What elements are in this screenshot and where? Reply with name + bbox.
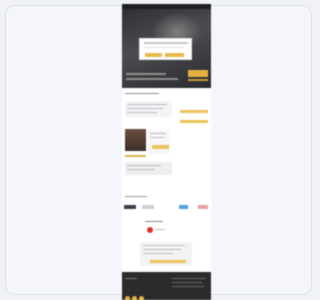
contact-submit-button[interactable] [150, 260, 186, 263]
photo-caption-button[interactable] [125, 155, 146, 157]
social-icon[interactable] [132, 296, 137, 300]
footer-text [125, 278, 137, 279]
modal-accept-button[interactable] [165, 53, 184, 57]
contact-text-line [143, 245, 185, 246]
contact-label [145, 221, 163, 222]
notice-block [125, 162, 172, 175]
partner-logo[interactable] [198, 205, 208, 209]
partners-heading [125, 196, 147, 197]
footer-text [172, 278, 206, 279]
social-icon[interactable] [125, 296, 130, 300]
contact-text-line [143, 253, 173, 254]
testimonial-button[interactable] [152, 145, 169, 149]
partner-logo[interactable] [124, 205, 136, 209]
hero-section [122, 4, 211, 88]
modal-decline-button[interactable] [145, 53, 162, 57]
hero-title-text [126, 73, 166, 75]
contact-block [140, 242, 192, 266]
profile-photo [125, 129, 146, 151]
partner-logo[interactable] [179, 205, 188, 209]
sidebar-button[interactable] [180, 110, 208, 113]
sidebar-button[interactable] [180, 120, 208, 123]
info-text-line [127, 108, 163, 109]
hero-subtitle-text [126, 78, 178, 80]
info-text-line [127, 104, 167, 105]
notice-text-line [127, 169, 155, 170]
top-nav-bar [122, 4, 211, 9]
partner-logo[interactable] [142, 205, 154, 209]
modal-title-text [144, 42, 188, 44]
notice-text-line [127, 165, 161, 166]
footer-text [172, 282, 202, 283]
badge-caption [155, 229, 165, 230]
page-thumbnail[interactable] [122, 4, 211, 300]
testimonial-block [148, 130, 170, 154]
social-icon[interactable] [139, 296, 144, 300]
modal-body-text [144, 47, 184, 48]
hero-secondary-link[interactable] [188, 79, 208, 81]
brand-badge-icon [147, 227, 153, 233]
contact-text-line [143, 249, 181, 250]
section-heading [125, 93, 159, 94]
testimonial-text-line [150, 133, 166, 134]
info-block [125, 101, 172, 117]
hero-cta-button[interactable] [188, 70, 208, 77]
info-text-line [127, 112, 157, 113]
cookie-consent-modal [139, 38, 192, 60]
footer-text [172, 286, 204, 287]
testimonial-text-line [150, 137, 164, 138]
